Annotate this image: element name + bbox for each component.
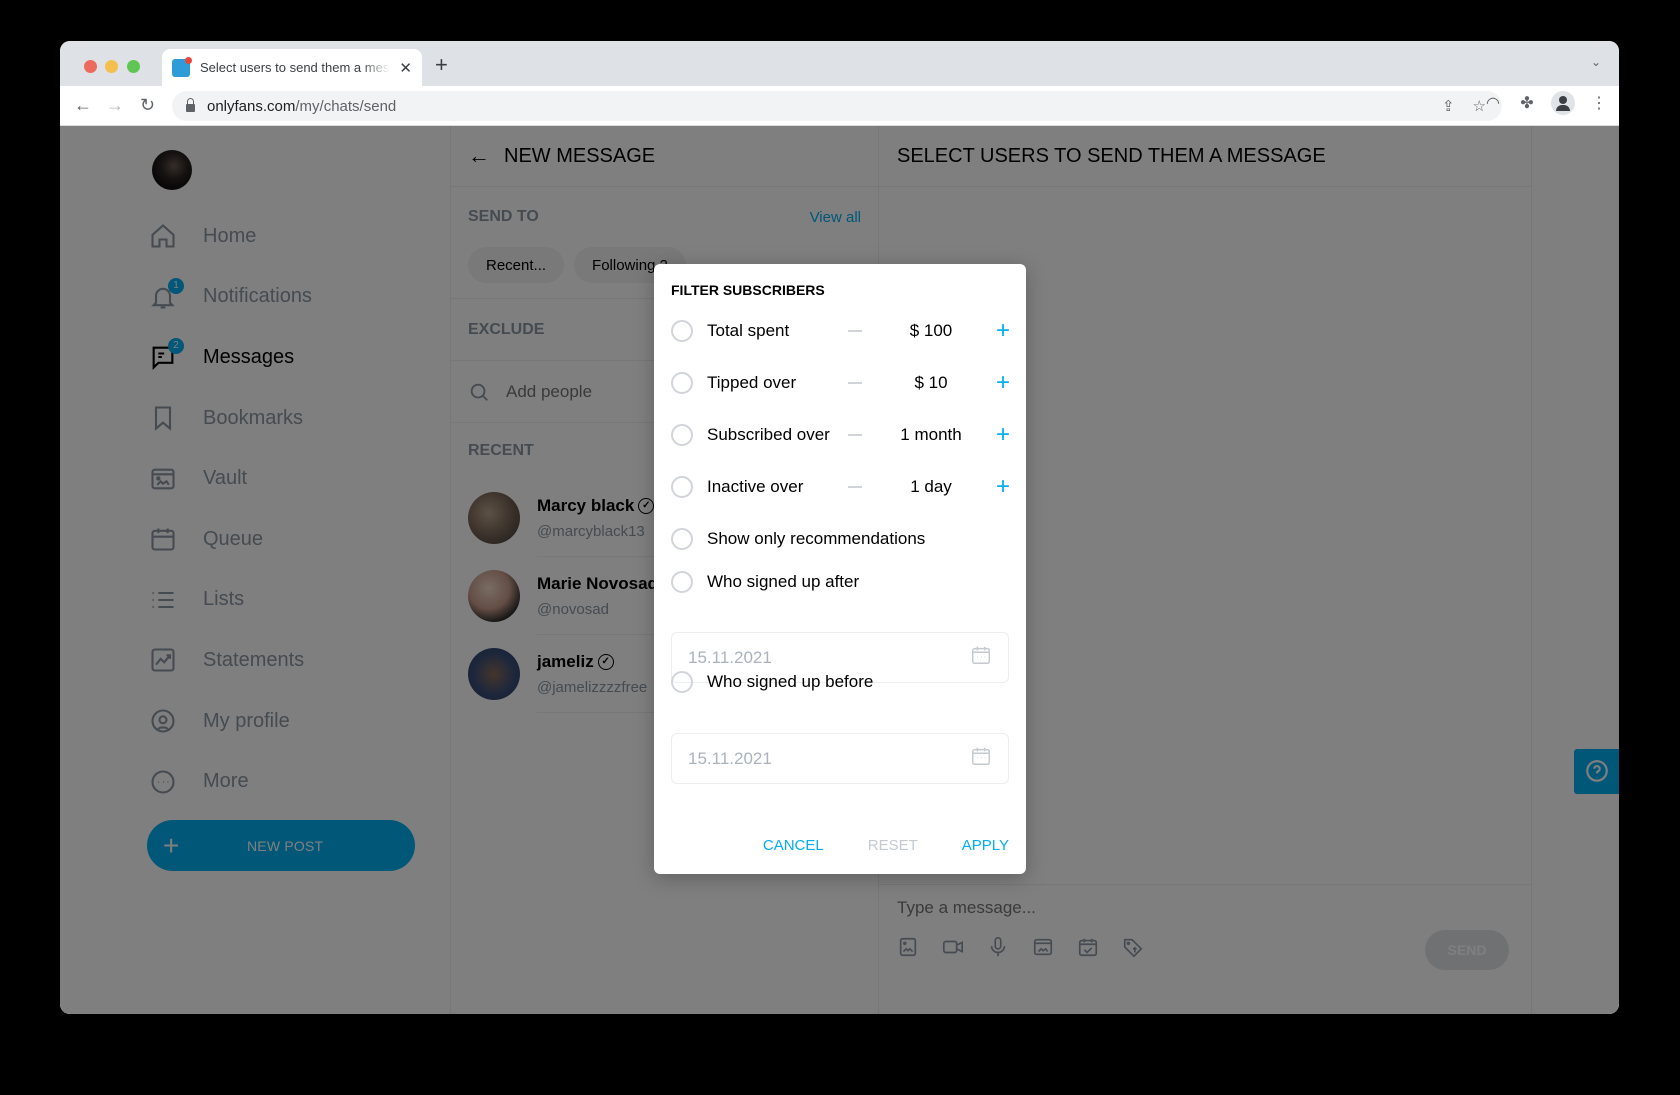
extension-arc-icon[interactable]: ◠ [1483,93,1503,113]
minus-icon[interactable] [848,434,862,436]
share-icon[interactable]: ⇪ [1442,97,1455,115]
signed-before-date-input[interactable] [688,748,970,769]
radio-inactive-over[interactable] [671,476,693,498]
filter-recommendations: Show only recommendations [671,524,1011,554]
filter-subscribed-over: Subscribed over 1 month + [671,420,1011,450]
plus-icon[interactable]: + [995,423,1011,447]
inactive-over-stepper: 1 day + [846,472,1011,502]
filter-subscribers-dialog: FILTER SUBSCRIBERS Total spent $ 100 + T… [654,264,1026,874]
reload-icon[interactable]: ↻ [140,95,155,116]
lock-icon [186,98,195,112]
signed-before-date-field[interactable] [671,733,1009,784]
reset-button[interactable]: RESET [868,837,918,854]
tab-search-icon[interactable]: ⌄ [1591,55,1601,69]
tab-bar: Select users to send them a message ✕ + … [60,41,1619,86]
minus-icon[interactable] [848,330,862,332]
filter-signed-after: Who signed up after [671,567,1011,597]
filter-inactive-over: Inactive over 1 day + [671,472,1011,502]
minus-icon[interactable] [848,382,862,384]
filter-total-spent: Total spent $ 100 + [671,316,1011,346]
browser-toolbar: ← → ↻ onlyfans.com/my/chats/send ⇪ ☆ ◠ ✤… [60,86,1619,126]
plus-icon[interactable]: + [995,475,1011,499]
browser-menu-icon[interactable]: ⋮ [1589,93,1609,113]
maximize-window-button[interactable] [127,60,140,73]
radio-subscribed-over[interactable] [671,424,693,446]
profile-avatar-icon[interactable] [1551,91,1575,115]
calendar-icon[interactable] [970,745,992,772]
browser-window: Select users to send them a message ✕ + … [60,41,1619,1014]
new-tab-button[interactable]: + [435,52,448,78]
url-text: onlyfans.com/my/chats/send [207,97,397,115]
back-icon[interactable]: ← [74,95,92,116]
filter-tipped-over: Tipped over $ 10 + [671,368,1011,398]
dialog-title: FILTER SUBSCRIBERS [671,282,825,298]
signed-after-date-input[interactable] [688,647,970,668]
tipped-over-stepper: $ 10 + [846,368,1011,398]
apply-button[interactable]: APPLY [962,837,1009,854]
address-bar[interactable]: onlyfans.com/my/chats/send ⇪ ☆ [172,91,1502,121]
radio-recommendations[interactable] [671,528,693,550]
forward-icon[interactable]: → [106,95,124,116]
radio-signed-before[interactable] [671,671,693,693]
minimize-window-button[interactable] [105,60,118,73]
close-window-button[interactable] [84,60,97,73]
radio-signed-after[interactable] [671,571,693,593]
browser-tab[interactable]: Select users to send them a message ✕ [162,49,422,86]
subscribed-over-stepper: 1 month + [846,420,1011,450]
extensions-puzzle-icon[interactable]: ✤ [1517,93,1537,113]
plus-icon[interactable]: + [995,319,1011,343]
radio-tipped-over[interactable] [671,372,693,394]
cancel-button[interactable]: CANCEL [763,837,824,854]
favicon-icon [172,56,192,77]
tab-close-icon[interactable]: ✕ [399,59,412,77]
minus-icon[interactable] [848,486,862,488]
tab-title: Select users to send them a message [200,60,390,75]
total-spent-stepper: $ 100 + [846,316,1011,346]
page: Home 1 Notifications 2 Messages Bookmark… [60,126,1619,1014]
filter-signed-before: Who signed up before [671,667,1011,697]
radio-total-spent[interactable] [671,320,693,342]
plus-icon[interactable]: + [995,371,1011,395]
